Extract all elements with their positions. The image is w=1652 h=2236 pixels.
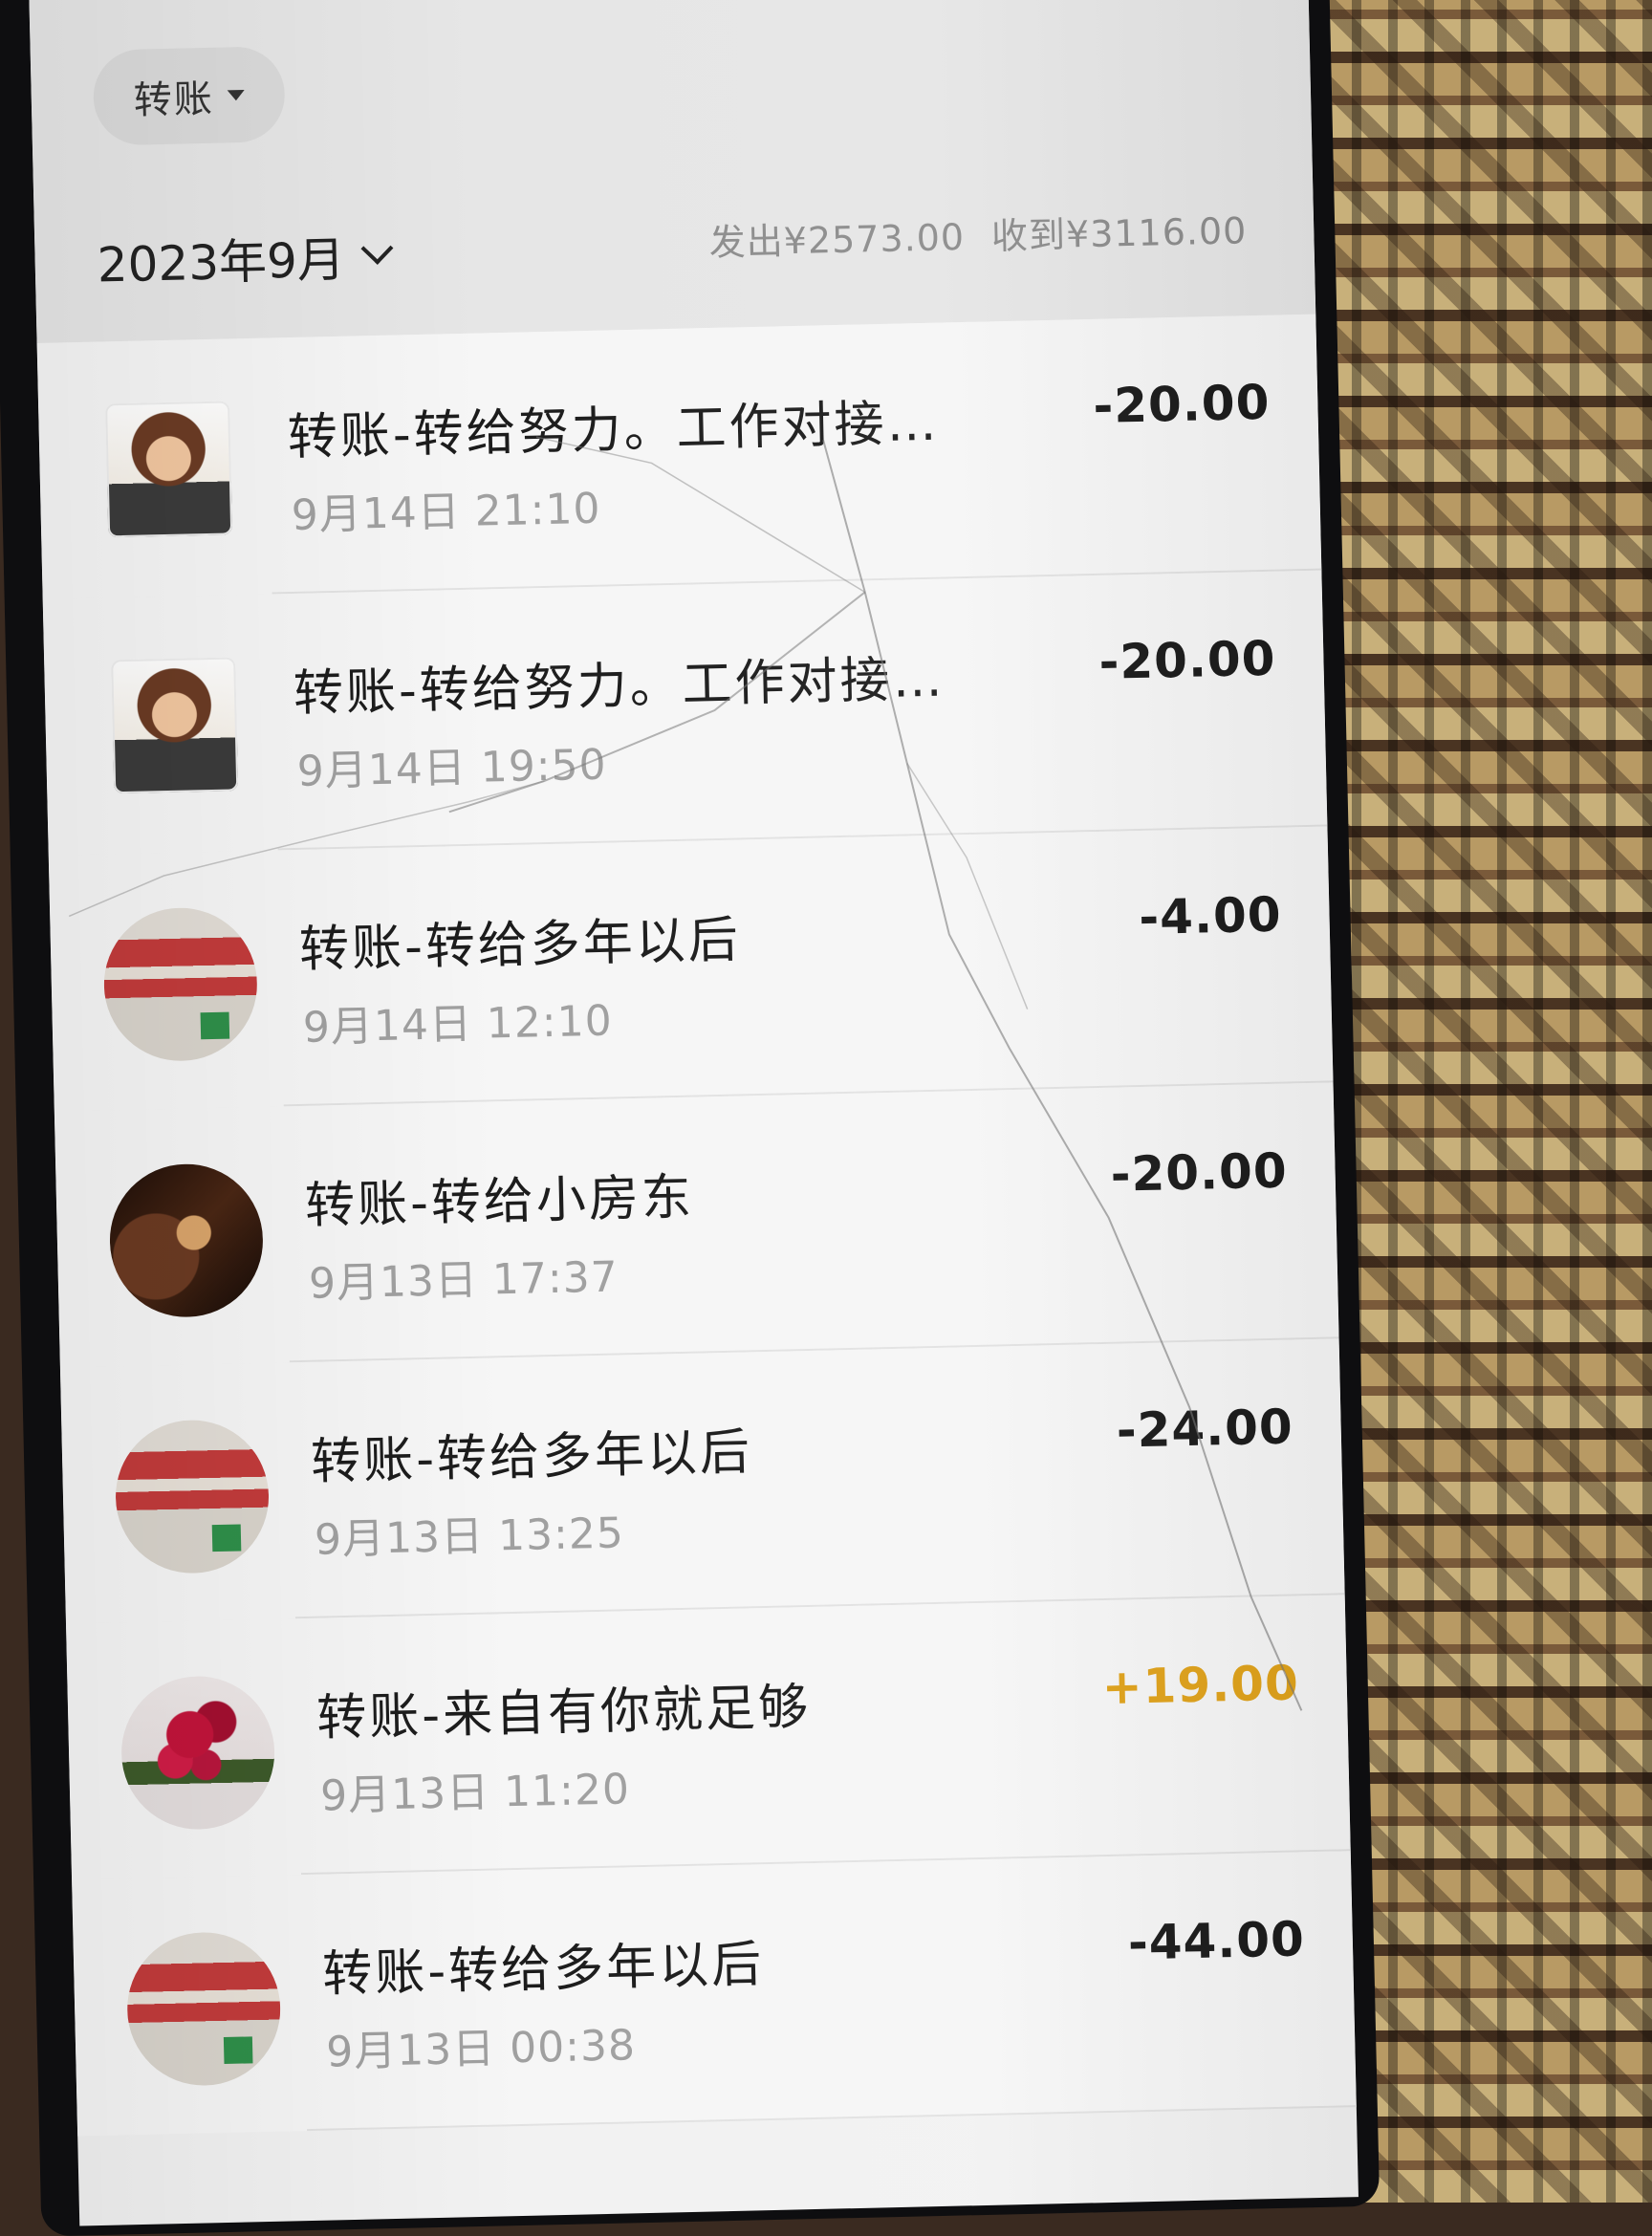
transaction-row[interactable]: 转账-来自有你就足够 9月13日 11:20 +19.00 (66, 1595, 1351, 1880)
transaction-row[interactable]: 转账-转给多年以后 9月14日 12:10 -4.00 (48, 826, 1334, 1112)
cartoon-girl-avatar (111, 657, 239, 794)
chevron-down-icon (360, 231, 394, 265)
phone-frame: 转账 2023年9月 发出¥2573.00 收到¥3116.00 转账-转给努力… (0, 0, 1380, 2236)
row-divider (307, 2105, 1357, 2132)
book-cover-avatar (114, 1418, 271, 1575)
transaction-time: 9月14日 19:50 (296, 740, 608, 796)
transaction-title: 转账-转给多年以后 (298, 911, 742, 979)
transaction-amount: -20.00 (1110, 1142, 1289, 1203)
transaction-title: 转账-转给努力。工作对接… (293, 650, 946, 723)
sent-summary: 发出¥2573.00 (708, 215, 966, 265)
transaction-row[interactable]: 转账-转给多年以后 9月13日 13:25 -24.00 (59, 1338, 1345, 1624)
transaction-amount: -44.00 (1127, 1911, 1306, 1971)
month-summary: 发出¥2573.00 收到¥3116.00 (708, 201, 1248, 266)
transaction-row[interactable]: 转账-转给努力。工作对接… 9月14日 19:50 -20.00 (42, 570, 1328, 856)
transaction-time: 9月13日 11:20 (319, 1765, 631, 1821)
red-flower-avatar (120, 1674, 276, 1832)
transaction-row[interactable]: 转账-转给多年以后 9月13日 00:38 -44.00 (72, 1851, 1357, 2137)
transaction-title: 转账-转给多年以后 (310, 1423, 753, 1491)
transaction-title: 转账-来自有你就足够 (315, 1679, 812, 1748)
caret-down-icon (227, 89, 245, 100)
transaction-title: 转账-转给多年以后 (321, 1936, 765, 2004)
transaction-amount: -4.00 (1138, 886, 1283, 945)
dark-photo-avatar (108, 1161, 265, 1319)
month-label: 2023年9月 (97, 231, 346, 293)
filter-label: 转账 (133, 76, 215, 123)
transaction-time: 9月13日 17:37 (308, 1252, 620, 1309)
transaction-row[interactable]: 转账-转给努力。工作对接… 9月14日 21:10 -20.00 (36, 314, 1322, 599)
transaction-row[interactable]: 转账-转给小房东 9月13日 17:37 -20.00 (54, 1082, 1339, 1368)
month-selector[interactable]: 2023年9月 (97, 221, 394, 296)
cartoon-girl-avatar (105, 401, 233, 538)
transaction-amount: -20.00 (1098, 630, 1277, 690)
transaction-time: 9月13日 13:25 (314, 1509, 625, 1565)
transaction-type-filter-button[interactable]: 转账 (92, 46, 286, 146)
bill-header: 转账 2023年9月 发出¥2573.00 收到¥3116.00 (29, 0, 1316, 343)
book-cover-avatar (125, 1930, 282, 2088)
transaction-amount: -24.00 (1116, 1399, 1294, 1459)
transaction-time: 9月13日 00:38 (325, 2021, 637, 2077)
phone-screen: 转账 2023年9月 发出¥2573.00 收到¥3116.00 转账-转给努力… (29, 0, 1359, 2226)
transaction-list: 转账-转给努力。工作对接… 9月14日 21:10 -20.00 转账-转给努力… (36, 314, 1357, 2137)
transaction-title: 转账-转给努力。工作对接… (287, 394, 941, 467)
transaction-time: 9月14日 12:10 (302, 996, 614, 1053)
transaction-amount: -20.00 (1092, 374, 1272, 434)
book-cover-avatar (102, 905, 259, 1063)
transaction-amount: +19.00 (1101, 1655, 1300, 1716)
received-summary: 收到¥3116.00 (990, 209, 1248, 258)
transaction-time: 9月14日 21:10 (291, 484, 602, 540)
transaction-title: 转账-转给小房东 (304, 1168, 695, 1235)
